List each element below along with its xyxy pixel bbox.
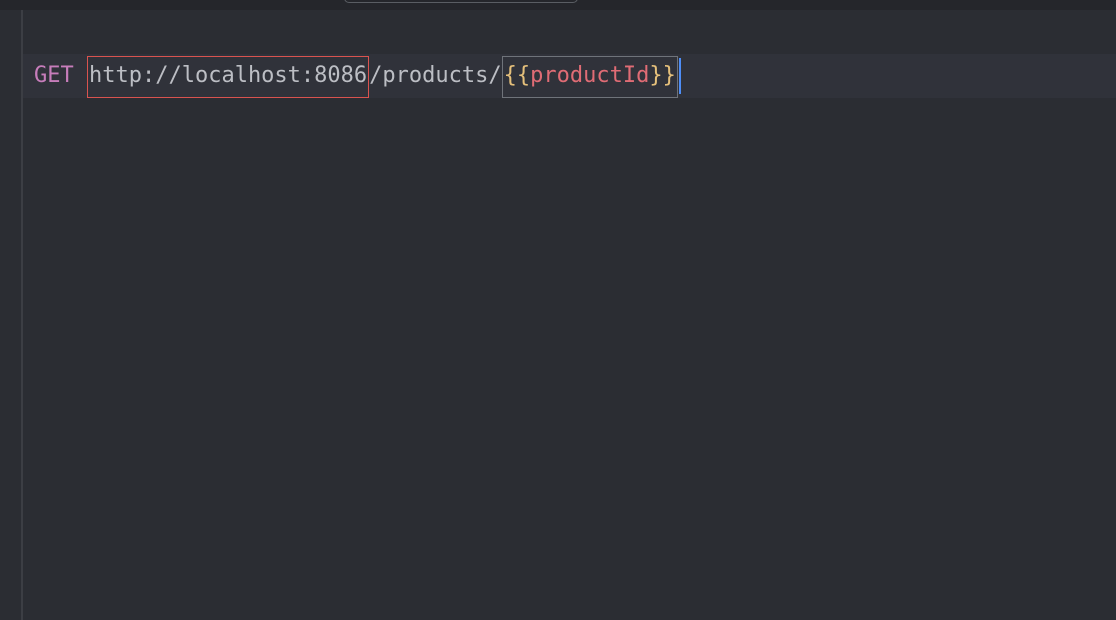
url-path: /products/ bbox=[369, 63, 502, 88]
tab-fragment bbox=[344, 0, 578, 3]
editor-top-strip bbox=[0, 0, 1116, 10]
variable-name: productId bbox=[530, 63, 650, 88]
variable-open-brace: {{ bbox=[503, 63, 531, 88]
http-method: GET bbox=[34, 63, 74, 88]
url-host-highlighted[interactable]: http://localhost:8086 bbox=[87, 56, 370, 98]
request-separator-line[interactable]: ### bbox=[34, 12, 127, 87]
variable-placeholder[interactable]: {{productId}} bbox=[501, 56, 678, 98]
request-line[interactable]: GET http://localhost:8086/products/{{pro… bbox=[34, 55, 681, 98]
gutter-divider bbox=[21, 10, 23, 620]
http-request-editor[interactable]: ### GET http://localhost:8086/products/{… bbox=[0, 0, 1116, 620]
variable-close-brace: }} bbox=[649, 63, 676, 88]
text-caret bbox=[678, 58, 681, 94]
